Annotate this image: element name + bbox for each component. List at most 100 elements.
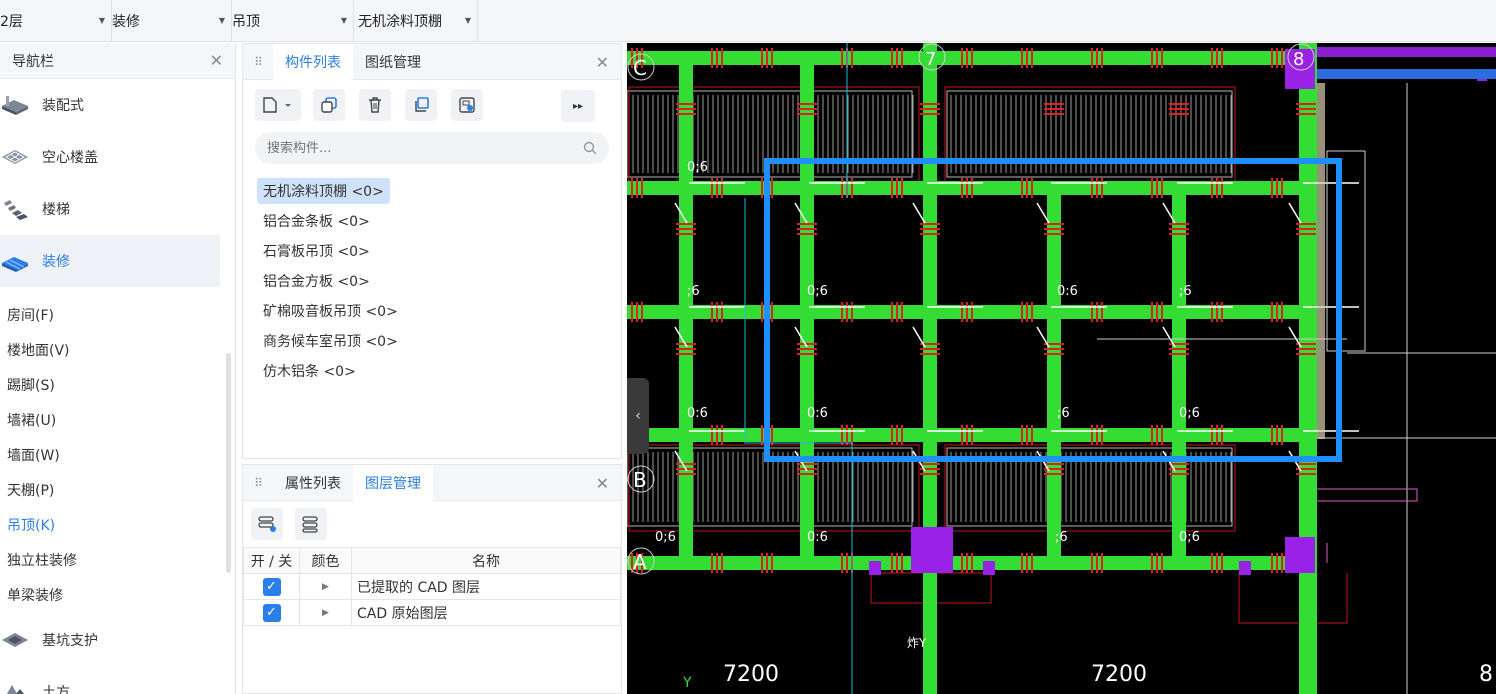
search-icon[interactable] [583, 141, 597, 155]
component-name: 铝合金条板 <0> [263, 214, 370, 230]
axis-label-7: 7 [925, 49, 936, 70]
tab-drawing-management[interactable]: 图纸管理 [353, 44, 433, 80]
beam-tick [1151, 48, 1153, 68]
nav-category-earthwork[interactable]: 土方 [0, 666, 220, 694]
show-extracted-layer-button[interactable] [251, 508, 283, 540]
beam-dimension-label: ;6 [687, 284, 700, 299]
nav-subitem-ceiling[interactable]: 天棚(P) [0, 472, 220, 507]
beam-tick [676, 473, 696, 475]
delete-button[interactable] [359, 89, 391, 121]
table-row[interactable]: ✓ ▶ CAD 原始图层 [243, 599, 621, 626]
beam-tick [797, 103, 817, 105]
copy-button[interactable] [313, 89, 345, 121]
beam-tick [711, 553, 713, 573]
nav-subitem-column-decoration[interactable]: 独立柱装修 [0, 542, 220, 577]
nav-subitem-dado[interactable]: 墙裙(U) [0, 402, 220, 437]
component-search[interactable] [255, 132, 609, 164]
nav-scrollbar[interactable] [226, 353, 231, 573]
nav-category-hollow-floor[interactable]: 空心楼盖 [0, 131, 220, 183]
list-item[interactable]: 仿木铝条 <0> [257, 356, 621, 386]
collapse-panel-button[interactable]: ‹ [627, 378, 649, 454]
beam-tick [676, 353, 696, 355]
top-toolbar: 2层 ▼ 装修 ▼ 吊顶 ▼ 无机涂料顶棚 ▼ [0, 0, 1496, 42]
right-lines [1097, 83, 1496, 694]
nav-category-prefab[interactable]: 装配式 [0, 79, 220, 131]
table-row[interactable]: ✓ ▶ 已提取的 CAD 图层 [243, 573, 621, 600]
drag-handle-icon[interactable]: ⠿ [243, 55, 273, 69]
new-file-icon [263, 97, 291, 113]
subitem-label: 墙面(W) [7, 447, 60, 464]
nav-subitem-floor-surface[interactable]: 楼地面(V) [0, 332, 220, 367]
beam-tick [1221, 302, 1223, 322]
new-component-button[interactable] [255, 89, 301, 121]
beam-tick [711, 178, 713, 198]
expand-arrow-icon[interactable]: ▶ [299, 599, 352, 626]
beam-tick [1296, 353, 1316, 355]
layer-name: 已提取的 CAD 图层 [351, 573, 621, 600]
beam-tick [676, 348, 696, 350]
beam-tick [1156, 302, 1158, 322]
type-value: 吊顶 [232, 13, 260, 30]
column-header-name: 名称 [351, 547, 621, 574]
component-dropdown[interactable]: 无机涂料顶棚 ▼ [354, 0, 478, 42]
show-original-layer-button[interactable] [295, 508, 327, 540]
import-icon [459, 97, 475, 113]
drag-handle-icon[interactable]: ⠿ [243, 476, 273, 490]
beam-tick [1211, 425, 1213, 445]
floor-dropdown[interactable]: 2层 ▼ [0, 0, 112, 42]
search-input[interactable] [267, 140, 527, 156]
nav-category-label: 楼梯 [42, 202, 70, 218]
copy-to-floor-button[interactable] [405, 89, 437, 121]
beam-tick [1031, 302, 1033, 322]
cad-drawing-canvas[interactable]: C B A 7 8 7200 7200 8 炸Y Y 0;6 0:6 ;6 0;6 0:… [627, 43, 1496, 694]
list-item[interactable]: 无机涂料顶棚 <0> [257, 176, 621, 206]
nav-subitem-skirting[interactable]: 踢脚(S) [0, 367, 220, 402]
cad-drawing[interactable]: C B A 7 8 7200 7200 8 炸Y Y 0;6 0:6 ;6 0;6 0:… [627, 43, 1496, 694]
nav-subitem-room[interactable]: 房间(F) [0, 297, 220, 332]
more-tools-button[interactable]: ▸▸ [561, 90, 595, 122]
beam-tick [920, 353, 940, 355]
category-dropdown[interactable]: 装修 ▼ [112, 0, 232, 42]
beam-tick [966, 553, 968, 573]
import-button[interactable] [451, 89, 483, 121]
list-item[interactable]: 铝合金方板 <0> [257, 266, 621, 296]
beam-tick [1281, 425, 1283, 445]
list-item[interactable]: 矿棉吸音板吊顶 <0> [257, 296, 621, 326]
nav-subitem-suspended-ceiling[interactable]: 吊顶(K) [0, 507, 220, 542]
beam-tick [716, 425, 718, 445]
expand-arrow-icon[interactable]: ▶ [299, 573, 352, 600]
beam-tick [771, 302, 773, 322]
beam-dimension-label: ;6 [1057, 406, 1070, 421]
double-chevron-right-icon: ▸▸ [572, 100, 584, 112]
list-item[interactable]: 石膏板吊顶 <0> [257, 236, 621, 266]
beam-tick [1101, 178, 1103, 198]
beam-tick [761, 178, 763, 198]
close-icon[interactable]: ✕ [210, 51, 223, 70]
nav-subitem-wall-surface[interactable]: 墙面(W) [0, 437, 220, 472]
tab-component-list[interactable]: 构件列表 [273, 43, 353, 80]
layer-toggle-checkbox[interactable]: ✓ [262, 577, 281, 596]
tab-layer-management[interactable]: 图层管理 [353, 464, 433, 501]
nav-category-pit-support[interactable]: 基坑支护 [0, 614, 220, 666]
list-item[interactable]: 商务候车室吊顶 <0> [257, 326, 621, 356]
beam-tick [676, 463, 696, 465]
beam-tick [1101, 425, 1103, 445]
beam-tick [761, 48, 763, 68]
type-dropdown[interactable]: 吊顶 ▼ [232, 0, 354, 42]
nav-category-stairs[interactable]: 楼梯 [0, 183, 220, 235]
beam-tick [676, 233, 696, 235]
close-icon[interactable]: ✕ [596, 474, 609, 493]
beam-tick [920, 223, 940, 225]
beam-tick [1044, 473, 1064, 475]
layer-toggle-checkbox[interactable]: ✓ [262, 603, 281, 622]
list-item[interactable]: 铝合金条板 <0> [257, 206, 621, 236]
close-icon[interactable]: ✕ [596, 53, 609, 72]
beam-tick [1169, 473, 1189, 475]
beam-tick [971, 553, 973, 573]
tab-properties[interactable]: 属性列表 [273, 465, 353, 501]
beam-tick [1096, 425, 1098, 445]
nav-category-decoration[interactable]: 装修 [0, 235, 220, 287]
beam-tick [761, 425, 763, 445]
top-right-band [1317, 47, 1496, 57]
nav-subitem-beam-decoration[interactable]: 单梁装修 [0, 577, 220, 612]
